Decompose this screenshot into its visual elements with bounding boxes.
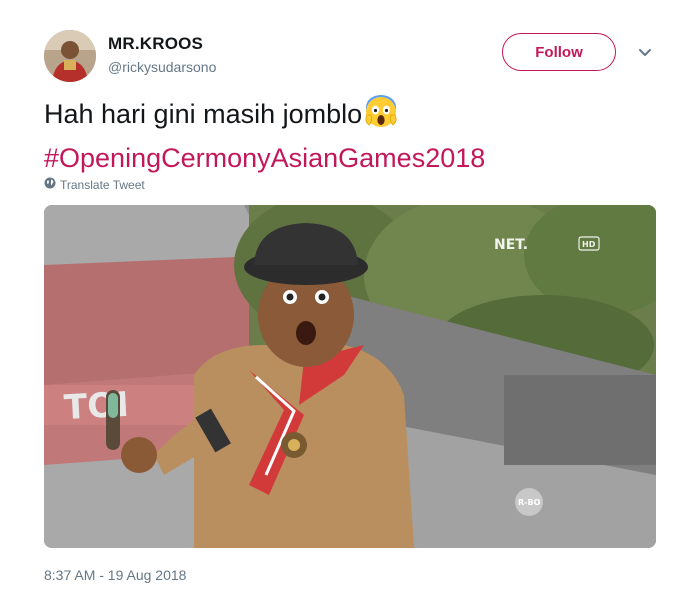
tweet-body-text: Hah hari gini masih jomblo [44,99,363,129]
tweet-card: MR.KROOS @rickysudarsono Follow Hah hari… [0,0,700,598]
chevron-down-icon[interactable] [636,44,654,62]
net-watermark: NET. [494,237,528,253]
hashtag-link[interactable]: #OpeningCermonyAsianGames2018 [44,143,485,173]
tweet-media-image[interactable]: TOI NET. HD R-BO [44,205,656,548]
hd-badge: HD [582,240,596,249]
globe-icon [44,177,56,192]
translate-tweet-link[interactable]: Translate Tweet [44,177,145,192]
translate-label: Translate Tweet [60,177,145,192]
avatar[interactable] [44,30,96,82]
user-display-name[interactable]: MR.KROOS [108,34,203,54]
corner-logo: R-BO [518,498,541,507]
tweet-timestamp[interactable]: 8:37 AM - 19 Aug 2018 [44,567,186,583]
tweet-text: Hah hari gini masih jomblo #OpeningCermo… [44,95,664,177]
scream-emoji-icon [364,95,398,139]
user-handle[interactable]: @rickysudarsono [108,59,216,75]
follow-button[interactable]: Follow [502,33,616,71]
